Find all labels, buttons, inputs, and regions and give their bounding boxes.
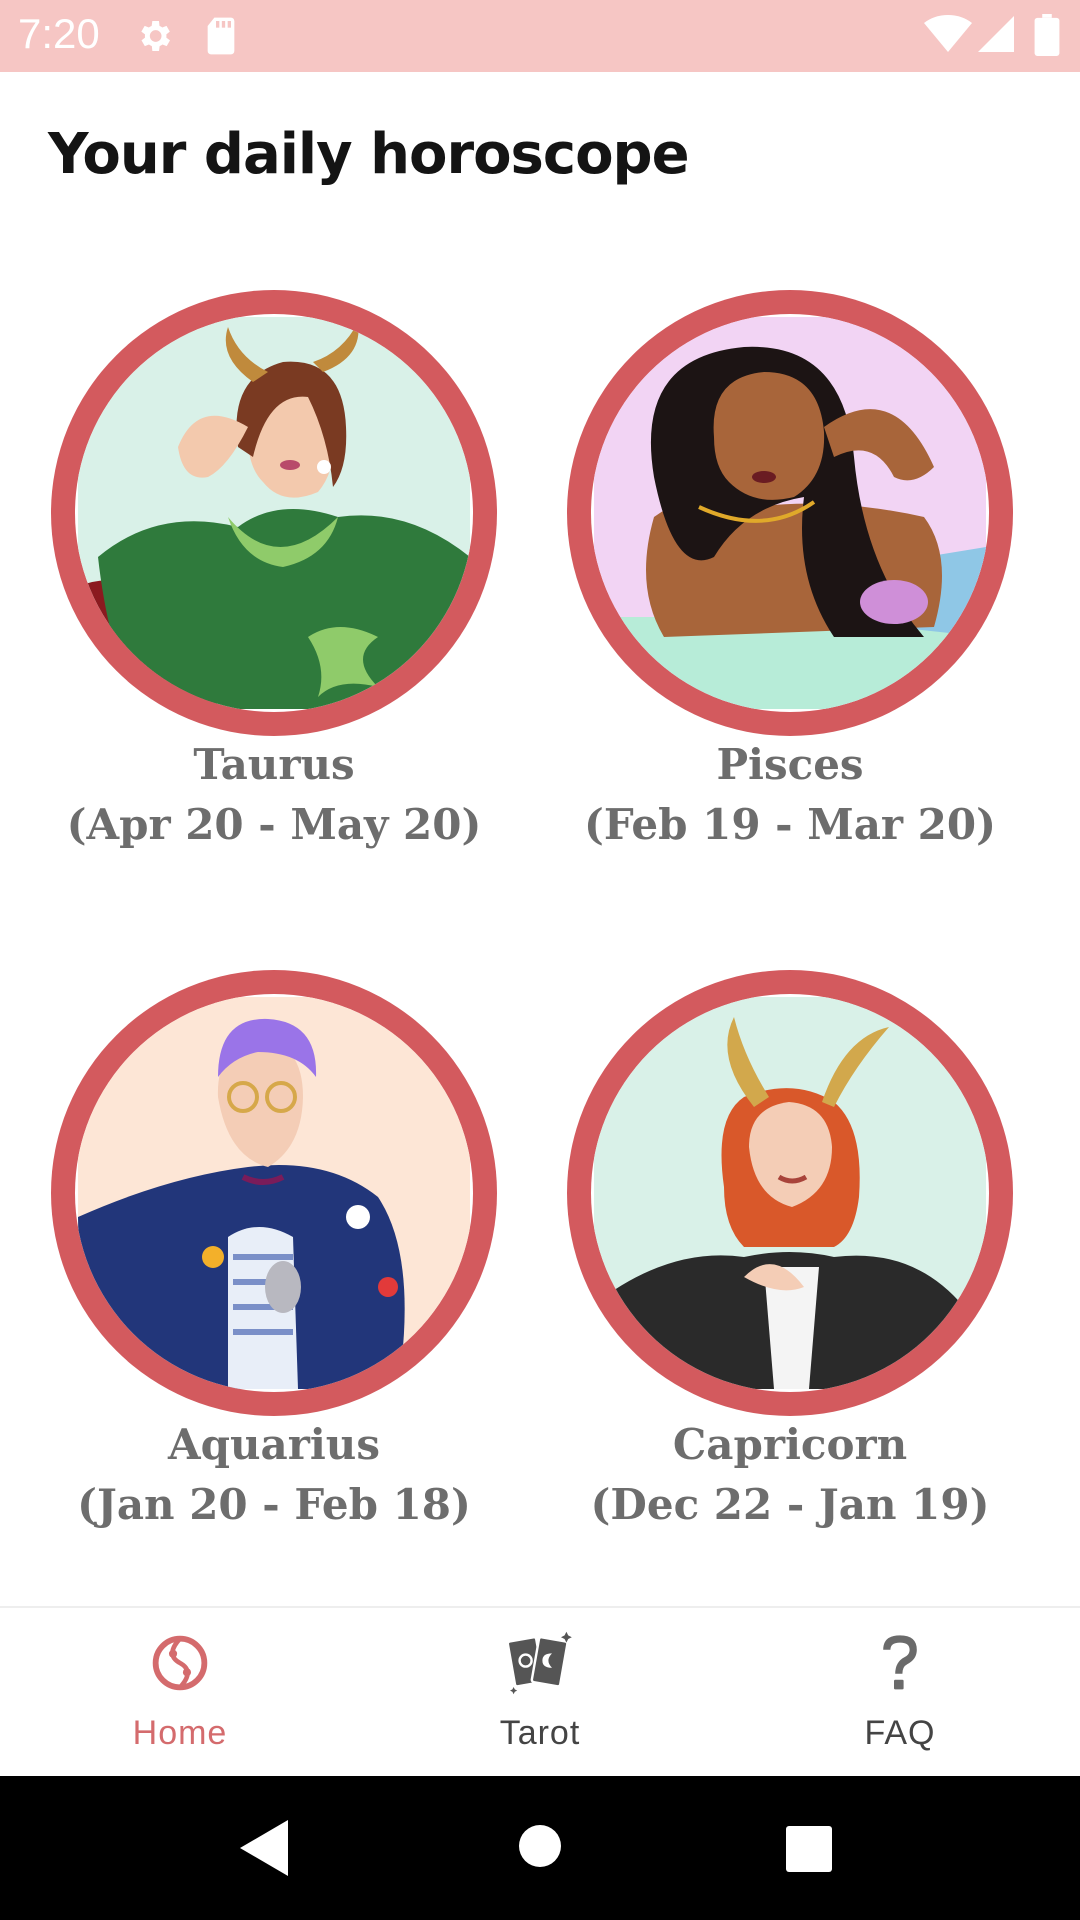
capricorn-illustration [594,997,986,1389]
wifi-icon [924,14,972,59]
gear-icon [134,16,174,61]
system-navigation-bar [0,1776,1080,1920]
capricorn-portrait [567,970,1013,1416]
sign-dates: (Jan 20 - Feb 18) [77,1480,471,1529]
bottom-navigation: Home Tarot FAQ [0,1606,1080,1776]
sign-card-capricorn[interactable]: Capricorn (Dec 22 - Jan 19) [540,970,1040,1550]
sign-dates: (Dec 22 - Jan 19) [590,1480,990,1529]
signal-icon [978,14,1014,59]
nav-label: Home [132,1714,228,1752]
taurus-portrait [51,290,497,736]
pisces-portrait [567,290,1013,736]
sign-dates: (Apr 20 - May 20) [66,800,482,849]
sign-name: Aquarius [168,1420,380,1469]
aquarius-illustration [78,997,470,1389]
nav-item-home[interactable]: Home [0,1608,360,1778]
nav-item-tarot[interactable]: Tarot [360,1608,720,1778]
sign-card-aquarius[interactable]: Aquarius (Jan 20 - Feb 18) [24,970,524,1550]
sign-card-pisces[interactable]: Pisces (Feb 19 - Mar 20) [540,290,1040,870]
nav-label: Tarot [499,1714,581,1752]
aquarius-portrait [51,970,497,1416]
nav-label: FAQ [864,1714,936,1752]
pisces-illustration [594,317,986,709]
question-mark-icon [720,1628,1080,1698]
recents-icon[interactable] [786,1826,832,1877]
status-bar: 7:20 [0,0,1080,72]
sign-name: Capricorn [672,1420,908,1469]
sign-dates: (Feb 19 - Mar 20) [583,800,996,849]
back-icon[interactable] [240,1820,290,1881]
tarot-cards-icon [360,1628,720,1698]
sign-name: Pisces [716,740,864,789]
page-title: Your daily horoscope [48,122,690,187]
sign-card-taurus[interactable]: Taurus (Apr 20 - May 20) [24,290,524,870]
status-time: 7:20 [18,10,100,57]
sd-card-icon [204,16,238,61]
sign-name: Taurus [193,740,355,789]
home-icon [0,1628,360,1698]
battery-icon [1034,14,1060,61]
taurus-illustration [78,317,470,709]
nav-item-faq[interactable]: FAQ [720,1608,1080,1778]
home-button-icon[interactable] [518,1824,562,1873]
